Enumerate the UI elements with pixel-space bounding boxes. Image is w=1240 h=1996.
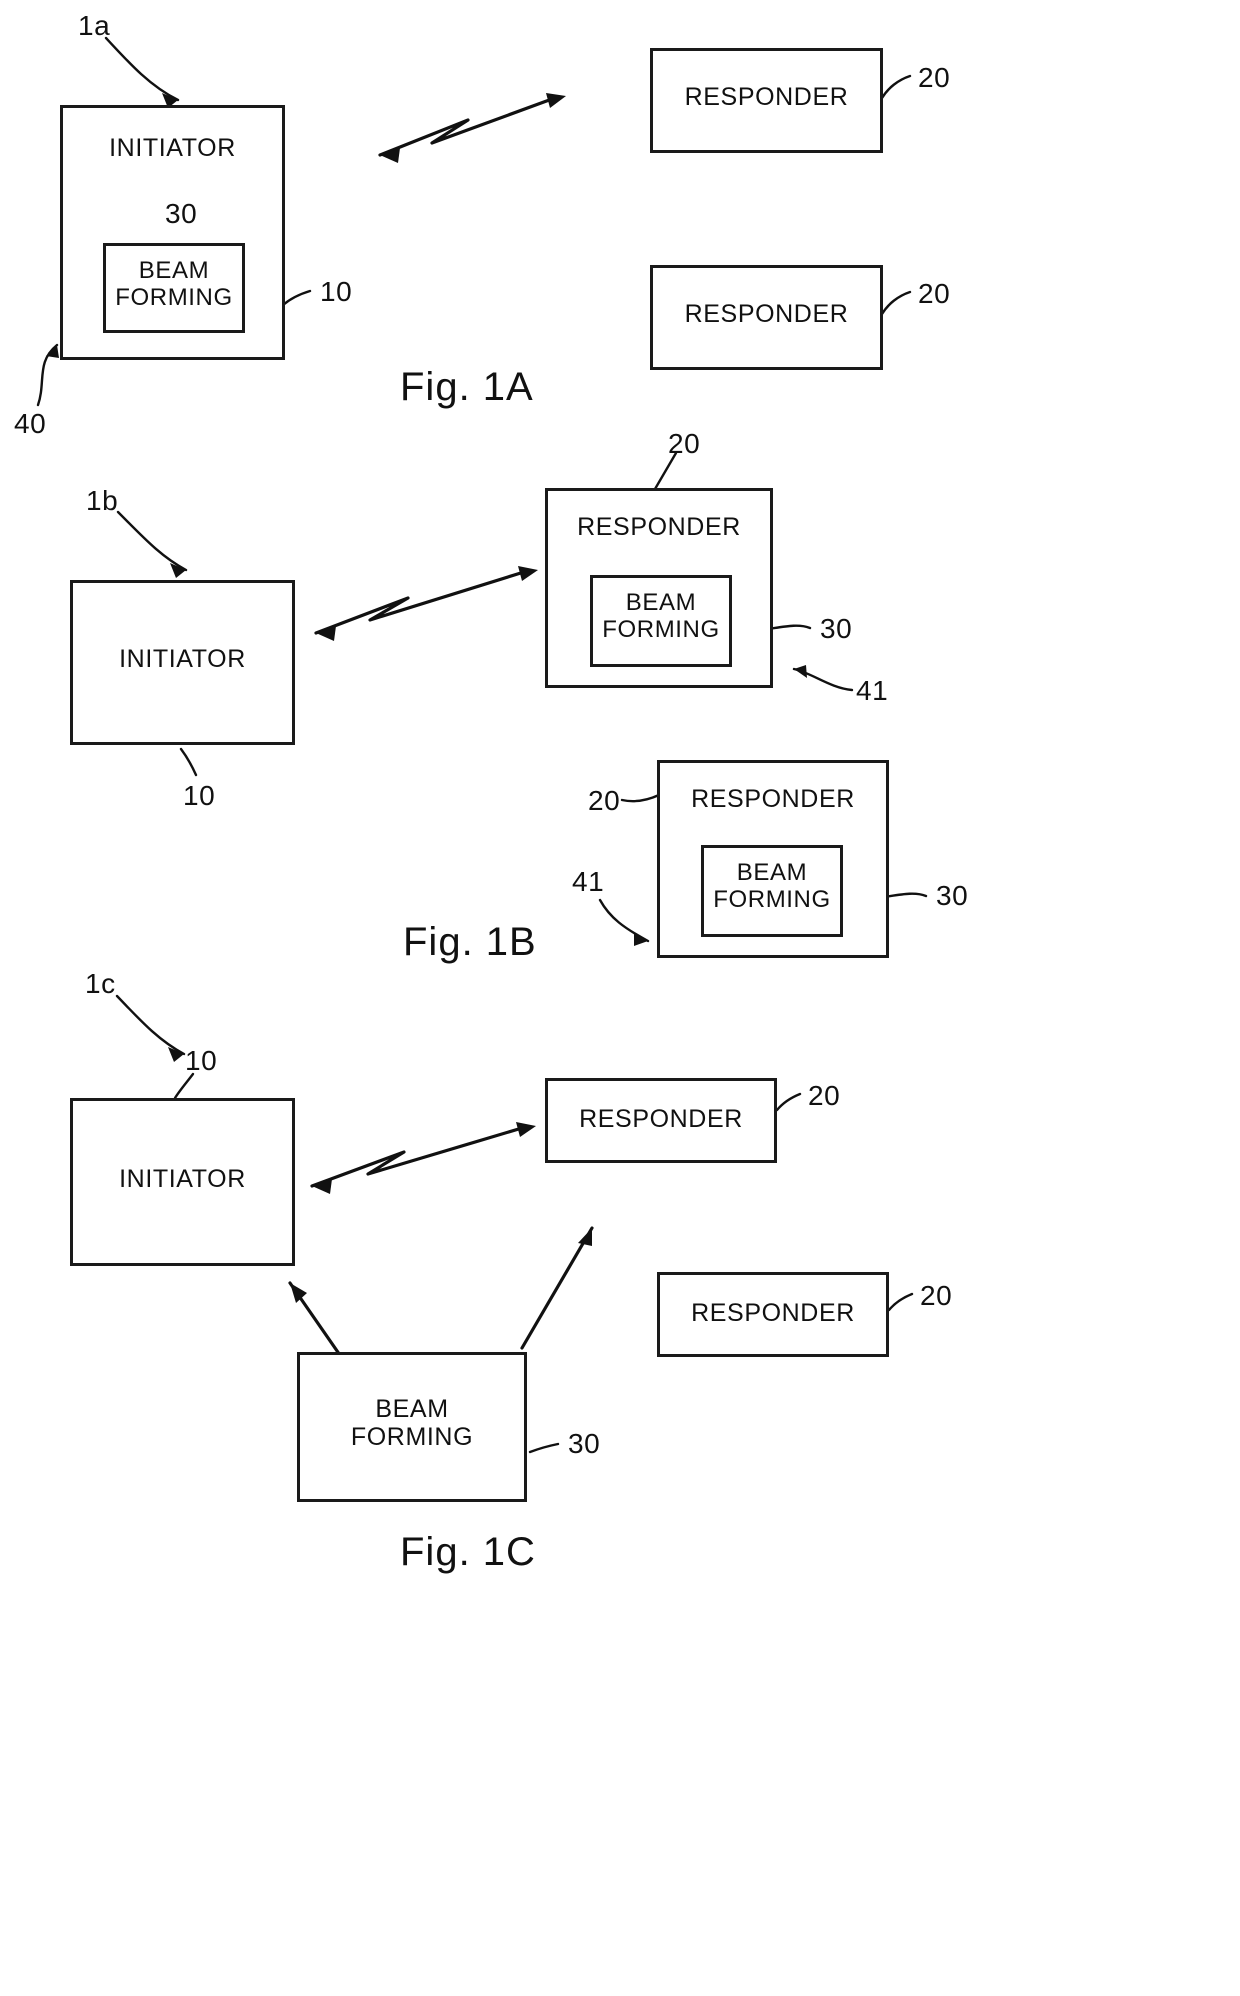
fig1a-system-ref-leader <box>36 343 59 407</box>
fig1c-beamforming-to-responder-arrow <box>520 1226 594 1350</box>
fig1c-responder-top-ref: 20 <box>808 1080 841 1111</box>
fig1b-wireless-link-arrow <box>314 566 538 641</box>
fig1b-initiator-label: INITIATOR <box>119 645 246 673</box>
fig1a-responder-bottom-ref: 20 <box>918 278 951 309</box>
fig1b-responder2-system-ref-leader <box>598 898 650 946</box>
fig1b-initiator-box[interactable]: INITIATOR <box>70 580 295 745</box>
fig1c-initiator-box[interactable]: INITIATOR <box>70 1098 295 1266</box>
fig1a-initiator-label: INITIATOR <box>109 134 236 162</box>
fig1c-initiator-label: INITIATOR <box>119 1165 246 1193</box>
fig1a-responder-top-box[interactable]: RESPONDER <box>650 48 883 153</box>
fig1a-responder-top-label: RESPONDER <box>684 83 849 111</box>
fig1b-beamforming-bottom-box[interactable]: BEAM FORMING <box>701 845 843 937</box>
fig1c-beamforming-label: BEAM FORMING <box>350 1395 474 1451</box>
fig1c-responder-bottom-label: RESPONDER <box>691 1299 855 1327</box>
fig1a-tag-leader <box>104 36 180 108</box>
fig1a-system-ref: 40 <box>14 408 47 439</box>
fig1c-variant-tag: 1c <box>85 968 116 999</box>
fig1b-responder-top-ref: 20 <box>668 428 701 459</box>
fig1a-responder1-ref-leader <box>880 74 912 100</box>
fig1a-responder-top-ref: 20 <box>918 62 951 93</box>
fig1b-responder-top-label: RESPONDER <box>577 513 741 541</box>
fig1b-variant-tag: 1b <box>86 485 119 516</box>
fig1b-initiator-ref: 10 <box>183 780 216 811</box>
fig1a-wireless-link-arrow <box>378 93 566 163</box>
fig1c-initiator-ref: 10 <box>185 1045 218 1076</box>
fig1a-beamforming-ref: 30 <box>165 198 198 229</box>
fig1b-responder1-system-ref-leader <box>792 665 854 692</box>
fig1b-responder-bottom-system-ref: 41 <box>572 866 605 897</box>
fig1a-responder-bottom-label: RESPONDER <box>684 300 849 328</box>
fig1c-responder1-ref-leader <box>775 1092 802 1112</box>
fig1c-beamforming-ref-leader <box>528 1442 560 1454</box>
fig1b-caption: Fig. 1B <box>403 920 537 964</box>
fig1c-responder-top-label: RESPONDER <box>579 1105 743 1133</box>
fig1c-responder-top-box[interactable]: RESPONDER <box>545 1078 777 1163</box>
fig1b-beamforming-top-box[interactable]: BEAM FORMING <box>590 575 732 667</box>
fig1b-beamforming-bottom-ref: 30 <box>936 880 969 911</box>
fig1a-responder-bottom-box[interactable]: RESPONDER <box>650 265 883 370</box>
fig1a-beamforming-box[interactable]: BEAM FORMING <box>103 243 245 333</box>
fig1b-responder2-ref-leader <box>620 793 661 803</box>
fig1c-wireless-link-arrow <box>310 1122 536 1194</box>
fig1c-responder-bottom-ref: 20 <box>920 1280 953 1311</box>
fig1c-beamforming-ref: 30 <box>568 1428 601 1459</box>
patent-drawing-sheet: 1a INITIATOR BEAM FORMING 30 10 40 RESPO… <box>0 0 1240 1996</box>
fig1c-responder2-ref-leader <box>887 1292 914 1312</box>
fig1a-responder2-ref-leader <box>880 290 912 316</box>
fig1a-initiator-ref: 10 <box>320 276 353 307</box>
fig1b-beamforming-bottom-label: BEAM FORMING <box>713 859 831 913</box>
fig1a-caption: Fig. 1A <box>400 365 534 409</box>
fig1c-beamforming-box[interactable]: BEAM FORMING <box>297 1352 527 1502</box>
fig1a-beamforming-label: BEAM FORMING <box>115 257 233 311</box>
fig1b-responder-bottom-label: RESPONDER <box>691 785 855 813</box>
fig1c-tag-leader <box>115 994 186 1062</box>
fig1b-responder-bottom-ref: 20 <box>588 785 621 816</box>
fig1b-responder-top-system-ref: 41 <box>856 675 889 706</box>
fig1b-initiator-ref-leader <box>179 747 198 777</box>
fig1c-initiator-ref-leader <box>173 1072 195 1100</box>
fig1b-beamforming-top-label: BEAM FORMING <box>602 589 720 643</box>
fig1c-responder-bottom-box[interactable]: RESPONDER <box>657 1272 889 1357</box>
fig1a-variant-tag: 1a <box>78 10 111 41</box>
fig1b-tag-leader <box>116 510 188 578</box>
fig1c-caption: Fig. 1C <box>400 1530 536 1574</box>
fig1b-beamforming-top-ref: 30 <box>820 613 853 644</box>
fig1a-initiator-ref-leader <box>281 289 312 307</box>
